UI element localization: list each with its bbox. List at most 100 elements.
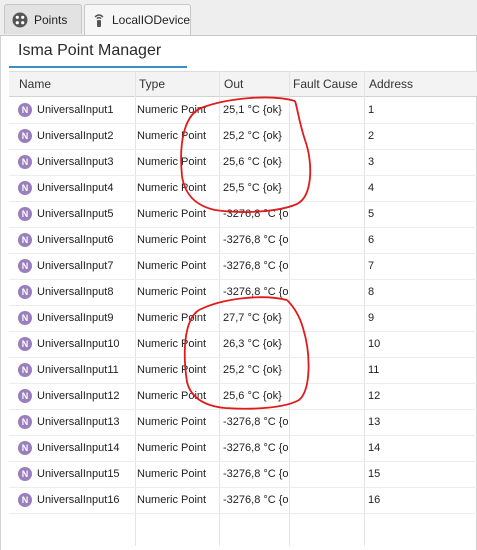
numeric-point-icon: N: [18, 233, 32, 247]
table-row[interactable]: N UniversalInput6 Numeric Point -3276,8 °C …: [9, 227, 477, 254]
table-row[interactable]: N UniversalInput4 Numeric Point 25,5 °C {ok…: [9, 175, 477, 202]
point-address: 4: [368, 182, 375, 194]
point-type: Numeric Point: [137, 494, 207, 506]
point-name: UniversalInput2: [37, 130, 114, 142]
numeric-point-icon: N: [18, 207, 32, 221]
table-row[interactable]: N UniversalInput7 Numeric Point -3276,8 °C …: [9, 253, 477, 280]
point-out-value: 25,2 °C {ok}: [223, 130, 282, 142]
numeric-point-icon: N: [18, 155, 32, 169]
point-out-value: 25,1 °C {ok}: [223, 104, 282, 116]
point-type: Numeric Point: [137, 338, 207, 350]
numeric-point-icon: N: [18, 337, 32, 351]
point-address: 13: [368, 416, 381, 428]
point-name: UniversalInput11: [37, 364, 119, 376]
column-header-address[interactable]: Address: [369, 77, 413, 91]
point-name: UniversalInput5: [37, 208, 114, 220]
point-out-value: 27,7 °C {ok}: [223, 312, 282, 324]
point-address: 12: [368, 390, 381, 402]
point-type: Numeric Point: [137, 208, 207, 220]
point-address: 10: [368, 338, 381, 350]
page-title: Isma Point Manager: [18, 42, 162, 59]
tab-localiodevice[interactable]: LocalIODevice: [84, 4, 191, 35]
column-header-out[interactable]: Out: [224, 77, 243, 91]
points-icon: [11, 11, 29, 29]
point-address: 2: [368, 130, 375, 142]
numeric-point-icon: N: [18, 311, 32, 325]
table-header: Name Type Out Fault Cause Address: [9, 71, 477, 97]
point-name: UniversalInput13: [37, 416, 120, 428]
column-header-name[interactable]: Name: [19, 77, 51, 91]
point-type: Numeric Point: [137, 416, 207, 428]
point-name: UniversalInput8: [37, 286, 114, 298]
point-name: UniversalInput6: [37, 234, 114, 246]
point-address: 3: [368, 156, 375, 168]
point-type: Numeric Point: [137, 286, 207, 298]
numeric-point-icon: N: [18, 467, 32, 481]
table-row[interactable]: N UniversalInput5 Numeric Point -3276,8 °C …: [9, 201, 477, 228]
table-row[interactable]: N UniversalInput9 Numeric Point 27,7 °C {ok…: [9, 305, 477, 332]
column-header-fault-cause[interactable]: Fault Cause: [293, 77, 358, 91]
point-out-value: -3276,8 °C {ok}: [223, 468, 289, 480]
point-address: 9: [368, 312, 375, 324]
table-row[interactable]: N UniversalInput3 Numeric Point 25,6 °C {ok…: [9, 149, 477, 176]
device-icon: [91, 11, 107, 29]
title-underline: [9, 66, 187, 68]
table-row[interactable]: N UniversalInput13 Numeric Point -3276,8 °C…: [9, 409, 477, 436]
point-address: 5: [368, 208, 375, 220]
numeric-point-icon: N: [18, 103, 32, 117]
point-address: 15: [368, 468, 381, 480]
point-address: 11: [368, 364, 380, 376]
column-header-type[interactable]: Type: [139, 77, 165, 91]
point-name: UniversalInput14: [37, 442, 120, 454]
point-type: Numeric Point: [137, 130, 207, 142]
numeric-point-icon: N: [18, 415, 32, 429]
numeric-point-icon: N: [18, 129, 32, 143]
table-row[interactable]: N UniversalInput1 Numeric Point 25,1 °C {ok…: [9, 97, 477, 124]
table-row[interactable]: N UniversalInput10 Numeric Point 26,3 °C {o…: [9, 331, 477, 358]
numeric-point-icon: N: [18, 389, 32, 403]
point-name: UniversalInput15: [37, 468, 120, 480]
point-out-value: 26,3 °C {ok}: [223, 338, 282, 350]
tab-points[interactable]: Points: [4, 4, 82, 34]
point-name: UniversalInput16: [37, 494, 120, 506]
point-address: 16: [368, 494, 381, 506]
point-address: 1: [368, 104, 375, 116]
point-address: 7: [368, 260, 375, 272]
table-row[interactable]: N UniversalInput15 Numeric Point -3276,8 °C…: [9, 461, 477, 488]
table-row[interactable]: N UniversalInput14 Numeric Point -3276,8 °C…: [9, 435, 477, 462]
table-row[interactable]: N UniversalInput8 Numeric Point -3276,8 °C …: [9, 279, 477, 306]
point-name: UniversalInput3: [37, 156, 114, 168]
numeric-point-icon: N: [18, 493, 32, 507]
numeric-point-icon: N: [18, 259, 32, 273]
point-name: UniversalInput12: [37, 390, 120, 402]
tab-bar: Points LocalIODevice: [0, 0, 477, 36]
numeric-point-icon: N: [18, 441, 32, 455]
point-address: 8: [368, 286, 375, 298]
point-type: Numeric Point: [137, 234, 207, 246]
tab-localiodevice-label: LocalIODevice: [112, 13, 191, 27]
point-out-value: -3276,8 °C {ok}: [223, 260, 289, 272]
point-address: 14: [368, 442, 381, 454]
point-out-value: -3276,8 °C {ok}: [223, 416, 289, 428]
point-type: Numeric Point: [137, 182, 207, 194]
point-type: Numeric Point: [137, 364, 207, 376]
point-out-value: -3276,8 °C {ok}: [223, 286, 289, 298]
point-name: UniversalInput7: [37, 260, 114, 272]
point-type: Numeric Point: [137, 260, 207, 272]
table-row[interactable]: N UniversalInput2 Numeric Point 25,2 °C {ok…: [9, 123, 477, 150]
point-address: 6: [368, 234, 375, 246]
numeric-point-icon: N: [18, 363, 32, 377]
point-out-value: -3276,8 °C {ok}: [223, 442, 289, 454]
point-out-value: 25,5 °C {ok}: [223, 182, 282, 194]
point-name: UniversalInput9: [37, 312, 114, 324]
point-out-value: -3276,8 °C {ok}: [223, 234, 289, 246]
point-out-value: -3276,8 °C {ok}: [223, 494, 289, 506]
table-row[interactable]: N UniversalInput16 Numeric Point -3276,8 °C…: [9, 487, 477, 514]
table-row[interactable]: N UniversalInput12 Numeric Point 25,6 °C {o…: [9, 383, 477, 410]
point-out-value: 25,6 °C {ok}: [223, 390, 282, 402]
point-name: UniversalInput1: [37, 104, 114, 116]
point-type: Numeric Point: [137, 390, 207, 402]
point-type: Numeric Point: [137, 442, 207, 454]
point-type: Numeric Point: [137, 104, 207, 116]
table-row[interactable]: N UniversalInput11 Numeric Point 25,2 °C {o…: [9, 357, 477, 384]
